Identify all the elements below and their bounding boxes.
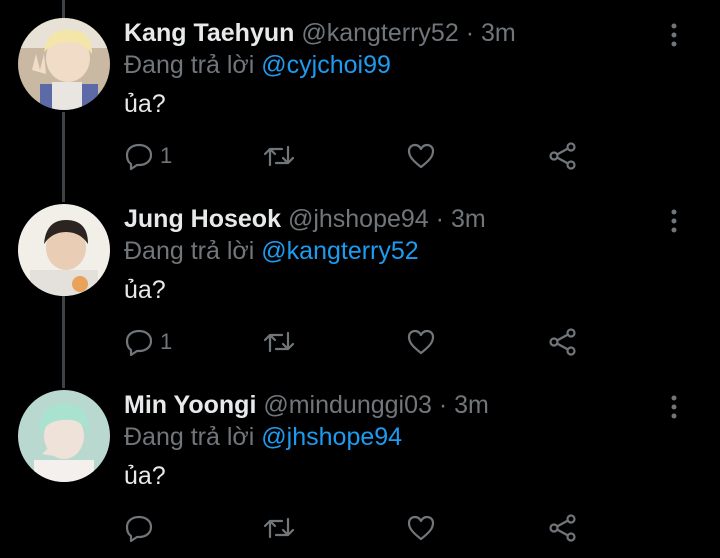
more-options-icon[interactable] — [660, 20, 688, 50]
replying-to-label: Đang trả lời — [124, 51, 255, 79]
tweet[interactable]: Min Yoongi @mindunggi03 · 3m Đang trả lờ… — [0, 372, 720, 558]
share-button[interactable] — [548, 140, 578, 172]
tweet-text: ủa? — [124, 462, 166, 490]
tweet[interactable]: Jung Hoseok @jhshope94 · 3m Đang trả lời… — [0, 186, 720, 372]
like-button[interactable] — [406, 140, 436, 172]
retweet-button[interactable] — [262, 512, 296, 544]
reply-button[interactable]: 1 — [124, 140, 172, 172]
more-options-icon[interactable] — [660, 206, 688, 236]
timestamp[interactable]: 3m — [454, 391, 489, 419]
like-button[interactable] — [406, 326, 436, 358]
reply-button[interactable]: 1 — [124, 326, 172, 358]
timestamp[interactable]: 3m — [451, 205, 486, 233]
replying-to: Đang trả lời @cyjchoi99 — [124, 49, 391, 81]
share-button[interactable] — [548, 512, 578, 544]
heart-icon — [407, 143, 435, 169]
replying-to-handle[interactable]: @kangterry52 — [261, 237, 418, 265]
heart-icon — [407, 515, 435, 541]
replying-to: Đang trả lời @kangterry52 — [124, 235, 419, 267]
tweet-header: Jung Hoseok @jhshope94 · 3m — [124, 204, 486, 234]
retweet-icon — [263, 331, 295, 353]
share-icon — [549, 142, 576, 170]
separator: · — [435, 205, 444, 233]
more-options-icon[interactable] — [660, 392, 688, 422]
replying-to-label: Đang trả lời — [124, 237, 255, 265]
display-name[interactable]: Jung Hoseok — [124, 205, 281, 233]
tweet-text: ủa? — [124, 276, 166, 304]
tweet-header: Min Yoongi @mindunggi03 · 3m — [124, 390, 489, 420]
tweet-text: ủa? — [124, 90, 166, 118]
display-name[interactable]: Min Yoongi — [124, 391, 256, 419]
separator: · — [438, 391, 448, 419]
share-icon — [549, 514, 576, 542]
reply-icon — [125, 143, 153, 171]
retweet-icon — [263, 517, 295, 539]
reply-icon — [125, 329, 153, 357]
separator: · — [465, 19, 475, 47]
tweet[interactable]: Kang Taehyun @kangterry52 · 3m Đang trả … — [0, 0, 720, 186]
share-icon — [549, 328, 576, 356]
avatar[interactable] — [18, 204, 110, 296]
user-handle[interactable]: @kangterry52 — [301, 19, 458, 47]
replying-to-handle[interactable]: @cyjchoi99 — [261, 51, 391, 79]
avatar[interactable] — [18, 390, 110, 482]
user-handle[interactable]: @jhshope94 — [288, 205, 429, 233]
timestamp[interactable]: 3m — [481, 19, 516, 47]
replying-to-label: Đang trả lời — [124, 423, 255, 451]
reply-count: 1 — [160, 329, 173, 354]
display-name[interactable]: Kang Taehyun — [124, 19, 294, 47]
user-handle[interactable]: @mindunggi03 — [263, 391, 432, 419]
share-button[interactable] — [548, 326, 578, 358]
reply-button[interactable] — [124, 512, 160, 544]
reply-icon — [125, 515, 153, 543]
replying-to: Đang trả lời @jhshope94 — [124, 421, 402, 453]
retweet-icon — [263, 145, 295, 167]
reply-count: 1 — [160, 143, 173, 168]
avatar[interactable] — [18, 18, 110, 110]
tweet-header: Kang Taehyun @kangterry52 · 3m — [124, 18, 516, 48]
retweet-button[interactable] — [262, 140, 296, 172]
replying-to-handle[interactable]: @jhshope94 — [261, 423, 402, 451]
like-button[interactable] — [406, 512, 436, 544]
heart-icon — [407, 329, 435, 355]
retweet-button[interactable] — [262, 326, 296, 358]
